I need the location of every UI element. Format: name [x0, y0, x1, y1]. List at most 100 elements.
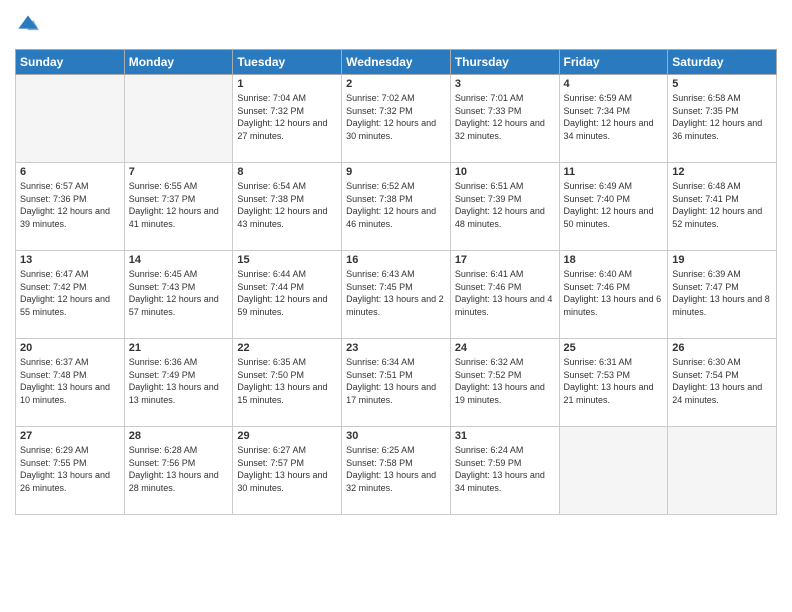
- day-info: Sunrise: 6:49 AM Sunset: 7:40 PM Dayligh…: [564, 180, 664, 230]
- day-number: 18: [564, 254, 664, 266]
- day-info: Sunrise: 6:25 AM Sunset: 7:58 PM Dayligh…: [346, 444, 446, 494]
- day-info: Sunrise: 6:28 AM Sunset: 7:56 PM Dayligh…: [129, 444, 229, 494]
- day-number: 31: [455, 430, 555, 442]
- day-cell: 14Sunrise: 6:45 AM Sunset: 7:43 PM Dayli…: [124, 251, 233, 339]
- logo-icon: [17, 14, 39, 36]
- day-info: Sunrise: 6:35 AM Sunset: 7:50 PM Dayligh…: [237, 356, 337, 406]
- day-number: 6: [20, 166, 120, 178]
- day-cell: 15 Sunrise: 6:44 AM Sunset: 7:44 PM Dayli…: [233, 251, 342, 339]
- day-cell: 8 Sunrise: 6:54 AM Sunset: 7:38 PM Daylig…: [233, 163, 342, 251]
- week-row-1: 6 Sunrise: 6:57 AM Sunset: 7:36 PM Daylig…: [16, 163, 777, 251]
- day-cell: 2Sunrise: 7:02 AM Sunset: 7:32 PM Daylig…: [342, 75, 451, 163]
- day-cell: 7 Sunrise: 6:55 AM Sunset: 7:37 PM Daylig…: [124, 163, 233, 251]
- day-cell: 18 Sunrise: 6:40 AM Sunset: 7:46 PM Dayli…: [559, 251, 668, 339]
- day-cell: [559, 427, 668, 515]
- day-header-saturday: Saturday: [668, 50, 777, 75]
- day-cell: 3 Sunrise: 7:01 AM Sunset: 7:33 PM Daylig…: [450, 75, 559, 163]
- day-cell: 27Sunrise: 6:29 AM Sunset: 7:55 PM Dayli…: [16, 427, 125, 515]
- day-cell: 28 Sunrise: 6:28 AM Sunset: 7:56 PM Dayli…: [124, 427, 233, 515]
- day-info: Sunrise: 6:48 AM Sunset: 7:41 PM Dayligh…: [672, 180, 772, 230]
- calendar-header-row: SundayMondayTuesdayWednesdayThursdayFrid…: [16, 50, 777, 75]
- day-cell: 29 Sunrise: 6:27 AM Sunset: 7:57 PM Dayli…: [233, 427, 342, 515]
- page: SundayMondayTuesdayWednesdayThursdayFrid…: [0, 0, 792, 612]
- day-number: 21: [129, 342, 229, 354]
- day-info: Sunrise: 7:01 AM Sunset: 7:33 PM Dayligh…: [455, 92, 555, 142]
- day-cell: 13Sunrise: 6:47 AM Sunset: 7:42 PM Dayli…: [16, 251, 125, 339]
- day-cell: 4 Sunrise: 6:59 AM Sunset: 7:34 PM Daylig…: [559, 75, 668, 163]
- day-number: 3: [455, 78, 555, 90]
- day-cell: 22 Sunrise: 6:35 AM Sunset: 7:50 PM Dayli…: [233, 339, 342, 427]
- day-info: Sunrise: 6:44 AM Sunset: 7:44 PM Dayligh…: [237, 268, 337, 318]
- header: [15, 10, 777, 41]
- day-number: 9: [346, 166, 446, 178]
- day-info: Sunrise: 6:34 AM Sunset: 7:51 PM Dayligh…: [346, 356, 446, 406]
- day-number: 28: [129, 430, 229, 442]
- day-number: 19: [672, 254, 772, 266]
- week-row-4: 27Sunrise: 6:29 AM Sunset: 7:55 PM Dayli…: [16, 427, 777, 515]
- day-info: Sunrise: 6:52 AM Sunset: 7:38 PM Dayligh…: [346, 180, 446, 230]
- day-cell: [668, 427, 777, 515]
- logo: [15, 14, 41, 41]
- day-number: 5: [672, 78, 772, 90]
- day-info: Sunrise: 7:04 AM Sunset: 7:32 PM Dayligh…: [237, 92, 337, 142]
- day-header-sunday: Sunday: [16, 50, 125, 75]
- day-number: 20: [20, 342, 120, 354]
- day-cell: 31 Sunrise: 6:24 AM Sunset: 7:59 PM Dayli…: [450, 427, 559, 515]
- day-info: Sunrise: 6:54 AM Sunset: 7:38 PM Dayligh…: [237, 180, 337, 230]
- day-info: Sunrise: 6:40 AM Sunset: 7:46 PM Dayligh…: [564, 268, 664, 318]
- day-number: 7: [129, 166, 229, 178]
- day-number: 14: [129, 254, 229, 266]
- day-header-wednesday: Wednesday: [342, 50, 451, 75]
- day-cell: [16, 75, 125, 163]
- day-info: Sunrise: 6:27 AM Sunset: 7:57 PM Dayligh…: [237, 444, 337, 494]
- day-number: 29: [237, 430, 337, 442]
- day-info: Sunrise: 6:39 AM Sunset: 7:47 PM Dayligh…: [672, 268, 772, 318]
- day-number: 11: [564, 166, 664, 178]
- day-number: 10: [455, 166, 555, 178]
- day-info: Sunrise: 6:57 AM Sunset: 7:36 PM Dayligh…: [20, 180, 120, 230]
- day-info: Sunrise: 6:32 AM Sunset: 7:52 PM Dayligh…: [455, 356, 555, 406]
- day-info: Sunrise: 6:59 AM Sunset: 7:34 PM Dayligh…: [564, 92, 664, 142]
- week-row-2: 13Sunrise: 6:47 AM Sunset: 7:42 PM Dayli…: [16, 251, 777, 339]
- day-number: 1: [237, 78, 337, 90]
- day-info: Sunrise: 6:30 AM Sunset: 7:54 PM Dayligh…: [672, 356, 772, 406]
- day-cell: 26 Sunrise: 6:30 AM Sunset: 7:54 PM Dayli…: [668, 339, 777, 427]
- day-info: Sunrise: 6:41 AM Sunset: 7:46 PM Dayligh…: [455, 268, 555, 318]
- day-cell: 5 Sunrise: 6:58 AM Sunset: 7:35 PM Daylig…: [668, 75, 777, 163]
- day-cell: 6 Sunrise: 6:57 AM Sunset: 7:36 PM Daylig…: [16, 163, 125, 251]
- week-row-3: 20 Sunrise: 6:37 AM Sunset: 7:48 PM Dayli…: [16, 339, 777, 427]
- day-number: 12: [672, 166, 772, 178]
- day-info: Sunrise: 6:29 AM Sunset: 7:55 PM Dayligh…: [20, 444, 120, 494]
- day-header-tuesday: Tuesday: [233, 50, 342, 75]
- day-info: Sunrise: 7:02 AM Sunset: 7:32 PM Dayligh…: [346, 92, 446, 142]
- day-number: 15: [237, 254, 337, 266]
- week-row-0: 1 Sunrise: 7:04 AM Sunset: 7:32 PM Daylig…: [16, 75, 777, 163]
- day-cell: 25Sunrise: 6:31 AM Sunset: 7:53 PM Dayli…: [559, 339, 668, 427]
- day-info: Sunrise: 6:58 AM Sunset: 7:35 PM Dayligh…: [672, 92, 772, 142]
- day-info: Sunrise: 6:51 AM Sunset: 7:39 PM Dayligh…: [455, 180, 555, 230]
- day-cell: 9 Sunrise: 6:52 AM Sunset: 7:38 PM Daylig…: [342, 163, 451, 251]
- day-number: 16: [346, 254, 446, 266]
- day-cell: 20 Sunrise: 6:37 AM Sunset: 7:48 PM Dayli…: [16, 339, 125, 427]
- day-info: Sunrise: 6:37 AM Sunset: 7:48 PM Dayligh…: [20, 356, 120, 406]
- day-cell: 17Sunrise: 6:41 AM Sunset: 7:46 PM Dayli…: [450, 251, 559, 339]
- day-number: 30: [346, 430, 446, 442]
- day-cell: 16 Sunrise: 6:43 AM Sunset: 7:45 PM Dayli…: [342, 251, 451, 339]
- calendar: SundayMondayTuesdayWednesdayThursdayFrid…: [15, 49, 777, 515]
- day-cell: 24 Sunrise: 6:32 AM Sunset: 7:52 PM Dayli…: [450, 339, 559, 427]
- day-number: 4: [564, 78, 664, 90]
- day-number: 25: [564, 342, 664, 354]
- day-number: 24: [455, 342, 555, 354]
- day-cell: 30 Sunrise: 6:25 AM Sunset: 7:58 PM Dayli…: [342, 427, 451, 515]
- day-info: Sunrise: 6:43 AM Sunset: 7:45 PM Dayligh…: [346, 268, 446, 318]
- day-info: Sunrise: 6:55 AM Sunset: 7:37 PM Dayligh…: [129, 180, 229, 230]
- day-info: Sunrise: 6:24 AM Sunset: 7:59 PM Dayligh…: [455, 444, 555, 494]
- day-number: 22: [237, 342, 337, 354]
- day-info: Sunrise: 6:47 AM Sunset: 7:42 PM Dayligh…: [20, 268, 120, 318]
- day-cell: [124, 75, 233, 163]
- day-number: 23: [346, 342, 446, 354]
- day-cell: 21 Sunrise: 6:36 AM Sunset: 7:49 PM Dayli…: [124, 339, 233, 427]
- day-info: Sunrise: 6:36 AM Sunset: 7:49 PM Dayligh…: [129, 356, 229, 406]
- day-number: 8: [237, 166, 337, 178]
- day-number: 26: [672, 342, 772, 354]
